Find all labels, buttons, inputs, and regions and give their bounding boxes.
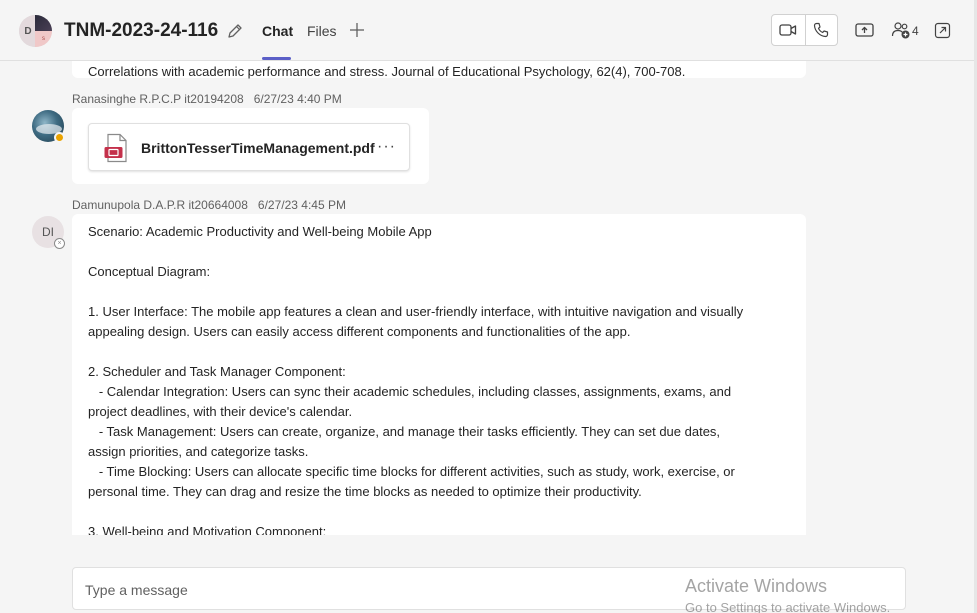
message-line: appealing design. Users can easily acces… (88, 324, 631, 339)
message-line: Conceptual Diagram: (88, 264, 211, 279)
message-line: Scenario: Academic Productivity and Well… (88, 224, 432, 239)
group-avatar-initial: D (19, 15, 35, 47)
people-button[interactable] (891, 20, 911, 40)
watermark-subtitle: Go to Settings to activate Windows. (685, 600, 891, 613)
tab-chat[interactable]: Chat (262, 23, 293, 39)
video-call-button[interactable] (772, 15, 805, 45)
group-avatar-photo (35, 15, 52, 31)
audio-call-button[interactable] (804, 15, 838, 45)
message-text: Correlations with academic performance a… (88, 64, 686, 79)
message-bubble-previous: Correlations with academic performance a… (72, 61, 806, 79)
share-screen-button[interactable] (854, 20, 874, 40)
more-options-icon[interactable]: ··· (377, 138, 396, 156)
message-line: - Task Management: Users can create, org… (88, 424, 721, 439)
audio-call-icon (814, 22, 829, 38)
message-line: personal time. They can drag and resize … (88, 484, 642, 499)
people-icon (891, 22, 910, 39)
activate-windows-watermark: Activate Windows Go to Settings to activ… (685, 576, 890, 613)
message-line: 1. User Interface: The mobile app featur… (88, 304, 744, 319)
pdf-file-icon (104, 133, 127, 163)
status-offline-icon: × (54, 238, 65, 249)
watermark-title: Activate Windows (685, 576, 828, 596)
sender-name: Ranasinghe R.P.C.P it20194208 (72, 92, 244, 106)
status-away-icon (54, 132, 65, 143)
message-meta: Ranasinghe R.P.C.P it20194208 6/27/23 4:… (72, 92, 342, 106)
active-tab-indicator (262, 57, 291, 60)
call-button-group (771, 14, 838, 46)
edit-icon[interactable] (226, 22, 244, 40)
file-name[interactable]: BrittonTesserTimeManagement.pdf (141, 140, 375, 156)
message-timestamp: 6/27/23 4:45 PM (257, 198, 346, 212)
message-bubble-file: BrittonTesserTimeManagement.pdf ··· (72, 108, 429, 184)
message-bubble-text: Scenario: Academic Productivity and Well… (72, 214, 806, 535)
group-avatar-corner: s (35, 31, 52, 47)
add-tab-icon[interactable] (348, 21, 366, 39)
chat-header: D s TNM-2023-24-116 Chat Files 4 (0, 0, 977, 61)
message-meta: Damunupola D.A.P.R it20664008 6/27/23 4:… (72, 198, 346, 212)
chat-title: TNM-2023-24-116 (64, 20, 219, 41)
message-line: 3. Well-being and Motivation Component: (88, 524, 327, 535)
message-line: - Calendar Integration: Users can sync t… (88, 384, 732, 399)
sender-name: Damunupola D.A.P.R it20664008 (72, 198, 248, 212)
message-line: project deadlines, with their device's c… (88, 404, 353, 419)
message-line: assign priorities, and categorize tasks. (88, 444, 309, 459)
share-screen-icon (854, 23, 874, 37)
file-attachment-card[interactable]: BrittonTesserTimeManagement.pdf ··· (88, 123, 410, 171)
pop-out-button[interactable] (932, 20, 952, 40)
message-line: 2. Scheduler and Task Manager Component: (88, 364, 346, 379)
video-call-icon (779, 24, 797, 36)
participants-count: 4 (912, 24, 919, 38)
pop-out-icon (934, 22, 950, 38)
group-avatar[interactable]: D s (19, 15, 52, 47)
message-input[interactable] (85, 580, 665, 600)
tab-files[interactable]: Files (307, 23, 337, 39)
message-timestamp: 6/27/23 4:40 PM (253, 92, 342, 106)
message-list[interactable]: Correlations with academic performance a… (0, 61, 977, 535)
message-line: - Time Blocking: Users can allocate spec… (88, 464, 735, 479)
